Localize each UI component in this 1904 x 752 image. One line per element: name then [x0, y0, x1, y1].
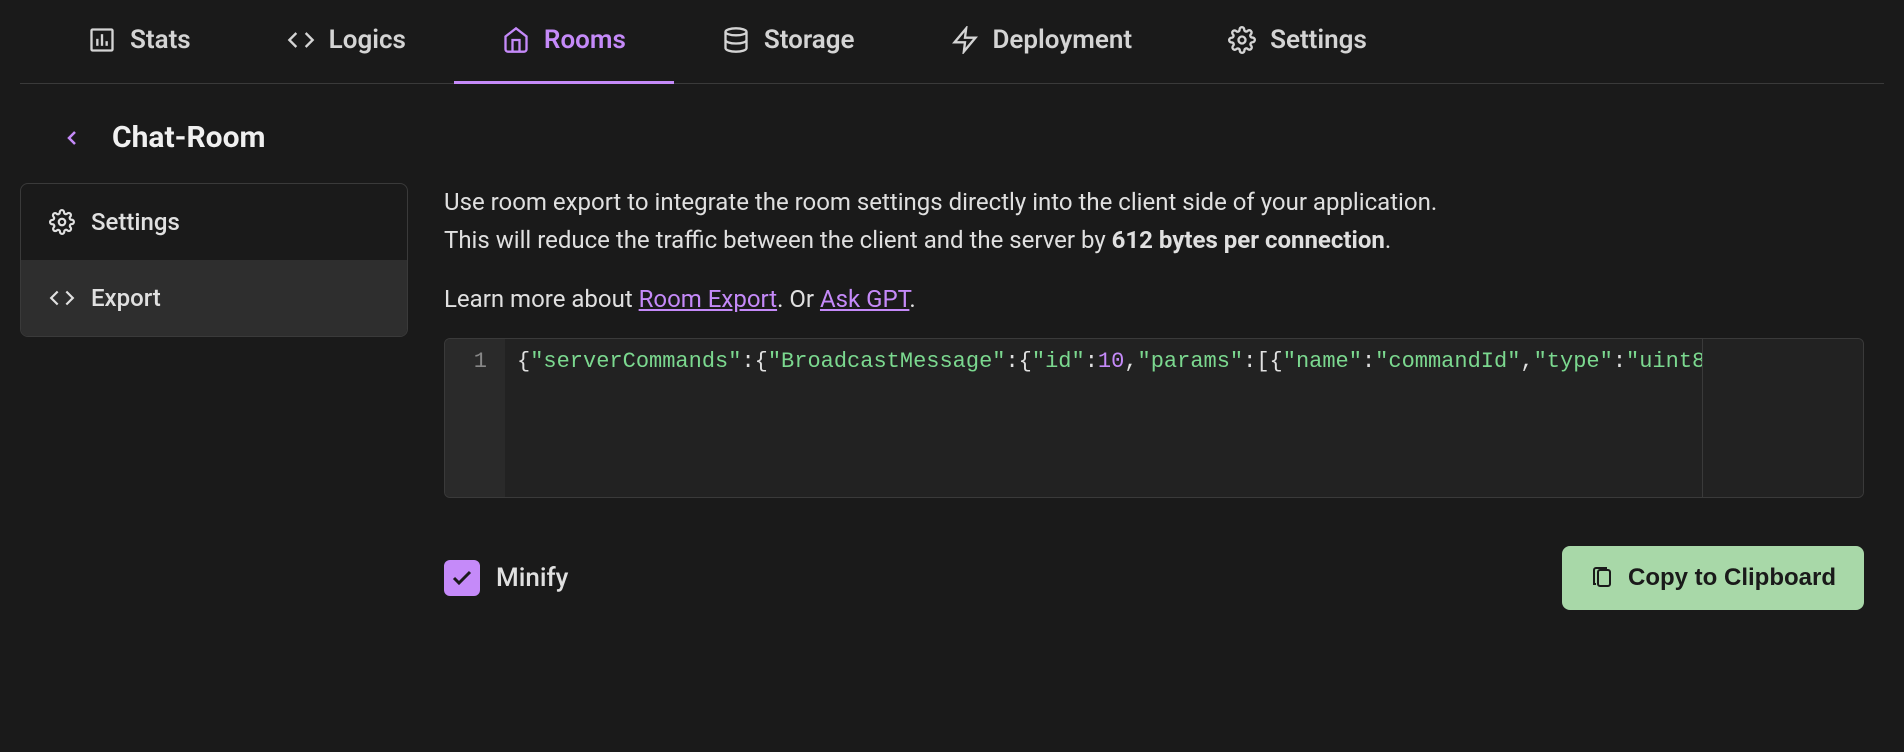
gear-icon [1228, 26, 1256, 54]
tab-label: Storage [764, 25, 855, 55]
tab-label: Settings [1270, 25, 1367, 55]
code-icon [49, 285, 75, 311]
copy-to-clipboard-button[interactable]: Copy to Clipboard [1562, 546, 1864, 610]
tab-deployment[interactable]: Deployment [903, 0, 1181, 84]
tab-stats[interactable]: Stats [40, 0, 239, 84]
breadcrumb: Chat-Room [0, 84, 1904, 183]
code-editor[interactable]: 1 {"serverCommands":{"BroadcastMessage":… [444, 338, 1864, 498]
clipboard-icon [1590, 566, 1614, 590]
side-nav: Settings Export [20, 183, 408, 337]
sidenav-item-label: Settings [91, 208, 180, 236]
content: Use room export to integrate the room se… [444, 183, 1884, 610]
tab-settings[interactable]: Settings [1180, 0, 1415, 84]
page-title: Chat-Room [112, 120, 266, 155]
top-tabs: Stats Logics Rooms Storage Deployment Se… [20, 0, 1884, 84]
database-icon [722, 26, 750, 54]
main-layout: Settings Export Use room export to integ… [0, 183, 1904, 610]
ask-gpt-link[interactable]: Ask GPT [820, 285, 909, 313]
tab-label: Rooms [544, 25, 626, 55]
minify-checkbox[interactable]: Minify [444, 560, 568, 596]
room-export-link[interactable]: Room Export [639, 285, 777, 313]
back-chevron-icon[interactable] [60, 126, 84, 150]
code-icon [287, 26, 315, 54]
bolt-icon [951, 26, 979, 54]
minify-label: Minify [496, 563, 568, 593]
tab-rooms[interactable]: Rooms [454, 0, 674, 84]
tab-storage[interactable]: Storage [674, 0, 903, 84]
code-minimap[interactable] [1703, 339, 1863, 497]
footer-row: Minify Copy to Clipboard [444, 546, 1864, 610]
gear-icon [49, 209, 75, 235]
learn-more-text: Learn more about Room Export. Or Ask GPT… [444, 280, 1864, 318]
tab-label: Deployment [993, 25, 1133, 55]
sidenav-item-settings[interactable]: Settings [21, 184, 407, 260]
line-number: 1 [463, 349, 487, 374]
sidenav-item-label: Export [91, 284, 161, 312]
code-gutter: 1 [445, 339, 505, 497]
checkbox-box [444, 560, 480, 596]
tab-label: Stats [130, 25, 191, 55]
check-icon [450, 566, 474, 590]
sidenav-item-export[interactable]: Export [21, 260, 407, 336]
home-icon [502, 26, 530, 54]
copy-button-label: Copy to Clipboard [1628, 564, 1836, 592]
tab-label: Logics [329, 25, 406, 55]
bar-chart-icon [88, 26, 116, 54]
code-content[interactable]: {"serverCommands":{"BroadcastMessage":{"… [505, 339, 1703, 497]
description-text: Use room export to integrate the room se… [444, 183, 1864, 260]
tab-logics[interactable]: Logics [239, 0, 454, 84]
